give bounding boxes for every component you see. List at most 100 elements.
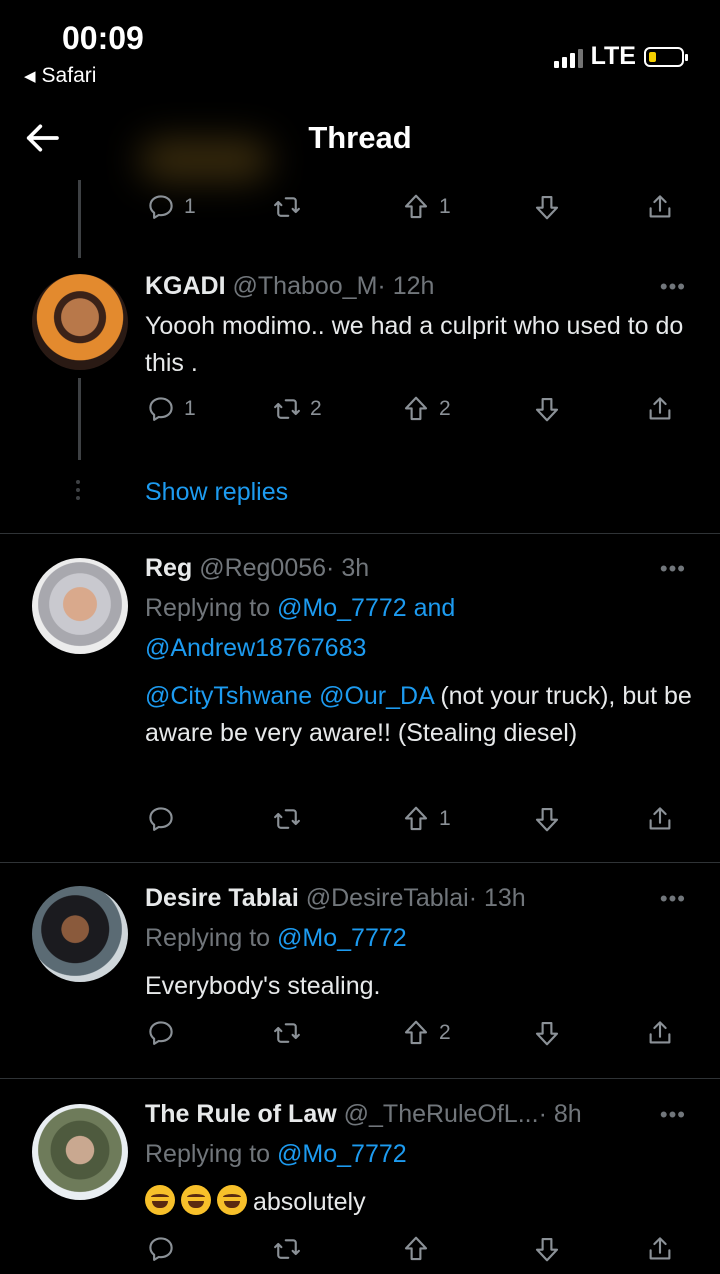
tweet-text: absolutely [145, 1184, 695, 1221]
mention-link[interactable]: @CityTshwane [145, 682, 312, 710]
share-icon [645, 1018, 675, 1048]
upvote-button[interactable] [401, 1234, 439, 1264]
upvote-button[interactable]: 2 [401, 1018, 451, 1048]
tweet-text: Everybody's stealing. [145, 972, 381, 1000]
downvote-button[interactable] [532, 1234, 562, 1264]
page-title: Thread [308, 120, 412, 155]
tweet-header: Desire Tablai @DesireTablai· 13h [145, 884, 526, 913]
tweet-text: Yoooh modimo.. we had a culprit who used… [145, 312, 684, 377]
back-app-label: Safari [41, 64, 97, 87]
reply-button[interactable] [146, 804, 184, 834]
share-button[interactable] [645, 394, 675, 424]
tweet-text: @CityTshwane @Our_DA (not your truck), b… [145, 682, 692, 747]
display-name[interactable]: Reg [145, 554, 192, 582]
upvote-button[interactable]: 1 [401, 804, 451, 834]
reply-button[interactable]: 1 [146, 192, 196, 222]
downvote-icon [532, 1234, 562, 1264]
display-name[interactable]: Desire Tablai [145, 884, 299, 912]
laughing-emoji-icon [145, 1185, 175, 1215]
retweet-icon [272, 1018, 302, 1048]
reply-button[interactable] [146, 1018, 184, 1048]
timestamp: · 13h [468, 884, 526, 912]
reply-icon [146, 804, 176, 834]
divider [0, 862, 720, 863]
handle[interactable]: @Thaboo_M [233, 272, 378, 300]
network-label: LTE [590, 42, 636, 70]
downvote-button[interactable] [532, 1018, 562, 1048]
reply-button[interactable]: 1 [146, 394, 196, 424]
status-time: 00:09 [62, 20, 144, 56]
retweet-button[interactable]: 2 [272, 394, 322, 424]
timestamp: · 12h [377, 272, 435, 300]
signal-icon [553, 46, 583, 68]
retweet-button[interactable] [272, 1018, 310, 1048]
downvote-icon [532, 192, 562, 222]
avatar[interactable] [32, 558, 128, 654]
downvote-button[interactable] [532, 394, 562, 424]
reply-icon [146, 1018, 176, 1048]
show-replies-link[interactable]: Show replies [145, 478, 288, 507]
downvote-button[interactable] [532, 804, 562, 834]
thread-line [78, 180, 81, 258]
reply-icon [146, 1234, 176, 1264]
back-triangle-icon: ◀ [24, 68, 36, 85]
mention-link[interactable]: @Mo_7772 [277, 1140, 407, 1168]
downvote-icon [532, 394, 562, 424]
divider [0, 1078, 720, 1079]
more-options-icon[interactable]: ••• [660, 886, 686, 912]
retweet-icon [272, 192, 302, 222]
retweet-icon [272, 804, 302, 834]
tweet-header: The Rule of Law @_TheRuleOfL...· 8h [145, 1100, 582, 1129]
share-icon [645, 804, 675, 834]
mention-link[interactable]: @Mo_7772 [277, 594, 407, 622]
upvote-icon [401, 192, 431, 222]
upvote-button[interactable]: 2 [401, 394, 451, 424]
handle[interactable]: @DesireTablai [306, 884, 469, 912]
retweet-icon [272, 394, 302, 424]
upvote-icon [401, 804, 431, 834]
reply-icon [146, 394, 176, 424]
timestamp: · 8h [538, 1100, 582, 1128]
display-name[interactable]: KGADI [145, 272, 226, 300]
laughing-emoji-icon [181, 1185, 211, 1215]
retweet-button[interactable] [272, 1234, 310, 1264]
reply-icon [146, 192, 176, 222]
upvote-button[interactable]: 1 [401, 192, 451, 222]
action-bar [144, 1234, 692, 1274]
upvote-icon [401, 1234, 431, 1264]
replying-to: Replying to @Mo_7772 [145, 924, 407, 952]
display-name[interactable]: The Rule of Law [145, 1100, 337, 1128]
handle[interactable]: @_TheRuleOfL... [344, 1100, 539, 1128]
downvote-icon [532, 1018, 562, 1048]
timestamp: · 3h [326, 554, 370, 582]
back-to-safari[interactable]: ◀ Safari [24, 64, 96, 88]
avatar[interactable] [32, 1104, 128, 1200]
thread-dots [76, 480, 80, 500]
handle[interactable]: @Reg0056 [199, 554, 326, 582]
mention-link[interactable]: @Our_DA [319, 682, 433, 710]
share-button[interactable] [645, 1234, 675, 1264]
share-button[interactable] [645, 1018, 675, 1048]
share-button[interactable] [645, 804, 675, 834]
downvote-button[interactable] [532, 192, 562, 222]
replying-to: Replying to @Mo_7772 [145, 1140, 407, 1168]
more-options-icon[interactable]: ••• [660, 556, 686, 582]
replying-to: Replying to @Mo_7772 and @Andrew18767683 [145, 594, 456, 662]
action-bar: 2 [144, 1018, 692, 1058]
mention-link[interactable]: @Mo_7772 [277, 924, 407, 952]
more-options-icon[interactable]: ••• [660, 274, 686, 300]
more-options-icon[interactable]: ••• [660, 1102, 686, 1128]
upvote-icon [401, 1018, 431, 1048]
retweet-icon [272, 1234, 302, 1264]
reply-button[interactable] [146, 1234, 184, 1264]
avatar[interactable] [32, 886, 128, 982]
retweet-button[interactable] [272, 804, 310, 834]
avatar[interactable] [32, 274, 128, 370]
retweet-button[interactable] [272, 192, 310, 222]
downvote-icon [532, 804, 562, 834]
share-icon [645, 394, 675, 424]
share-icon [645, 192, 675, 222]
share-button[interactable] [645, 192, 675, 222]
share-icon [645, 1234, 675, 1264]
mention-link[interactable]: @Andrew18767683 [145, 634, 366, 662]
